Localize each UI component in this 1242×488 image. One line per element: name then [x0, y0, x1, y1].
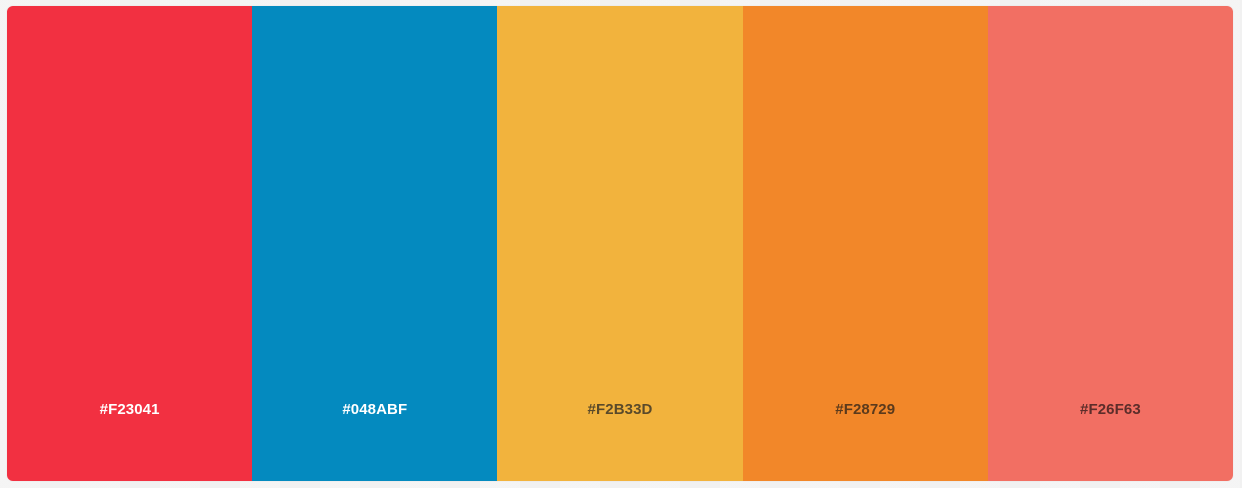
hex-label[interactable]: #F23041: [7, 401, 252, 418]
hex-label[interactable]: #F26F63: [988, 401, 1233, 418]
swatch-f23041[interactable]: #F23041: [7, 6, 253, 481]
hex-label[interactable]: #048ABF: [252, 401, 497, 418]
swatch-f2b33d[interactable]: #F2B33D: [497, 6, 743, 481]
color-palette: #F23041 #048ABF #F2B33D #F28729 #F26F63: [7, 6, 1233, 481]
hex-label[interactable]: #F28729: [743, 401, 988, 418]
swatch-048abf[interactable]: #048ABF: [252, 6, 498, 481]
swatch-f26f63[interactable]: #F26F63: [987, 6, 1233, 481]
swatch-f28729[interactable]: #F28729: [742, 6, 988, 481]
hex-label[interactable]: #F2B33D: [497, 401, 742, 418]
